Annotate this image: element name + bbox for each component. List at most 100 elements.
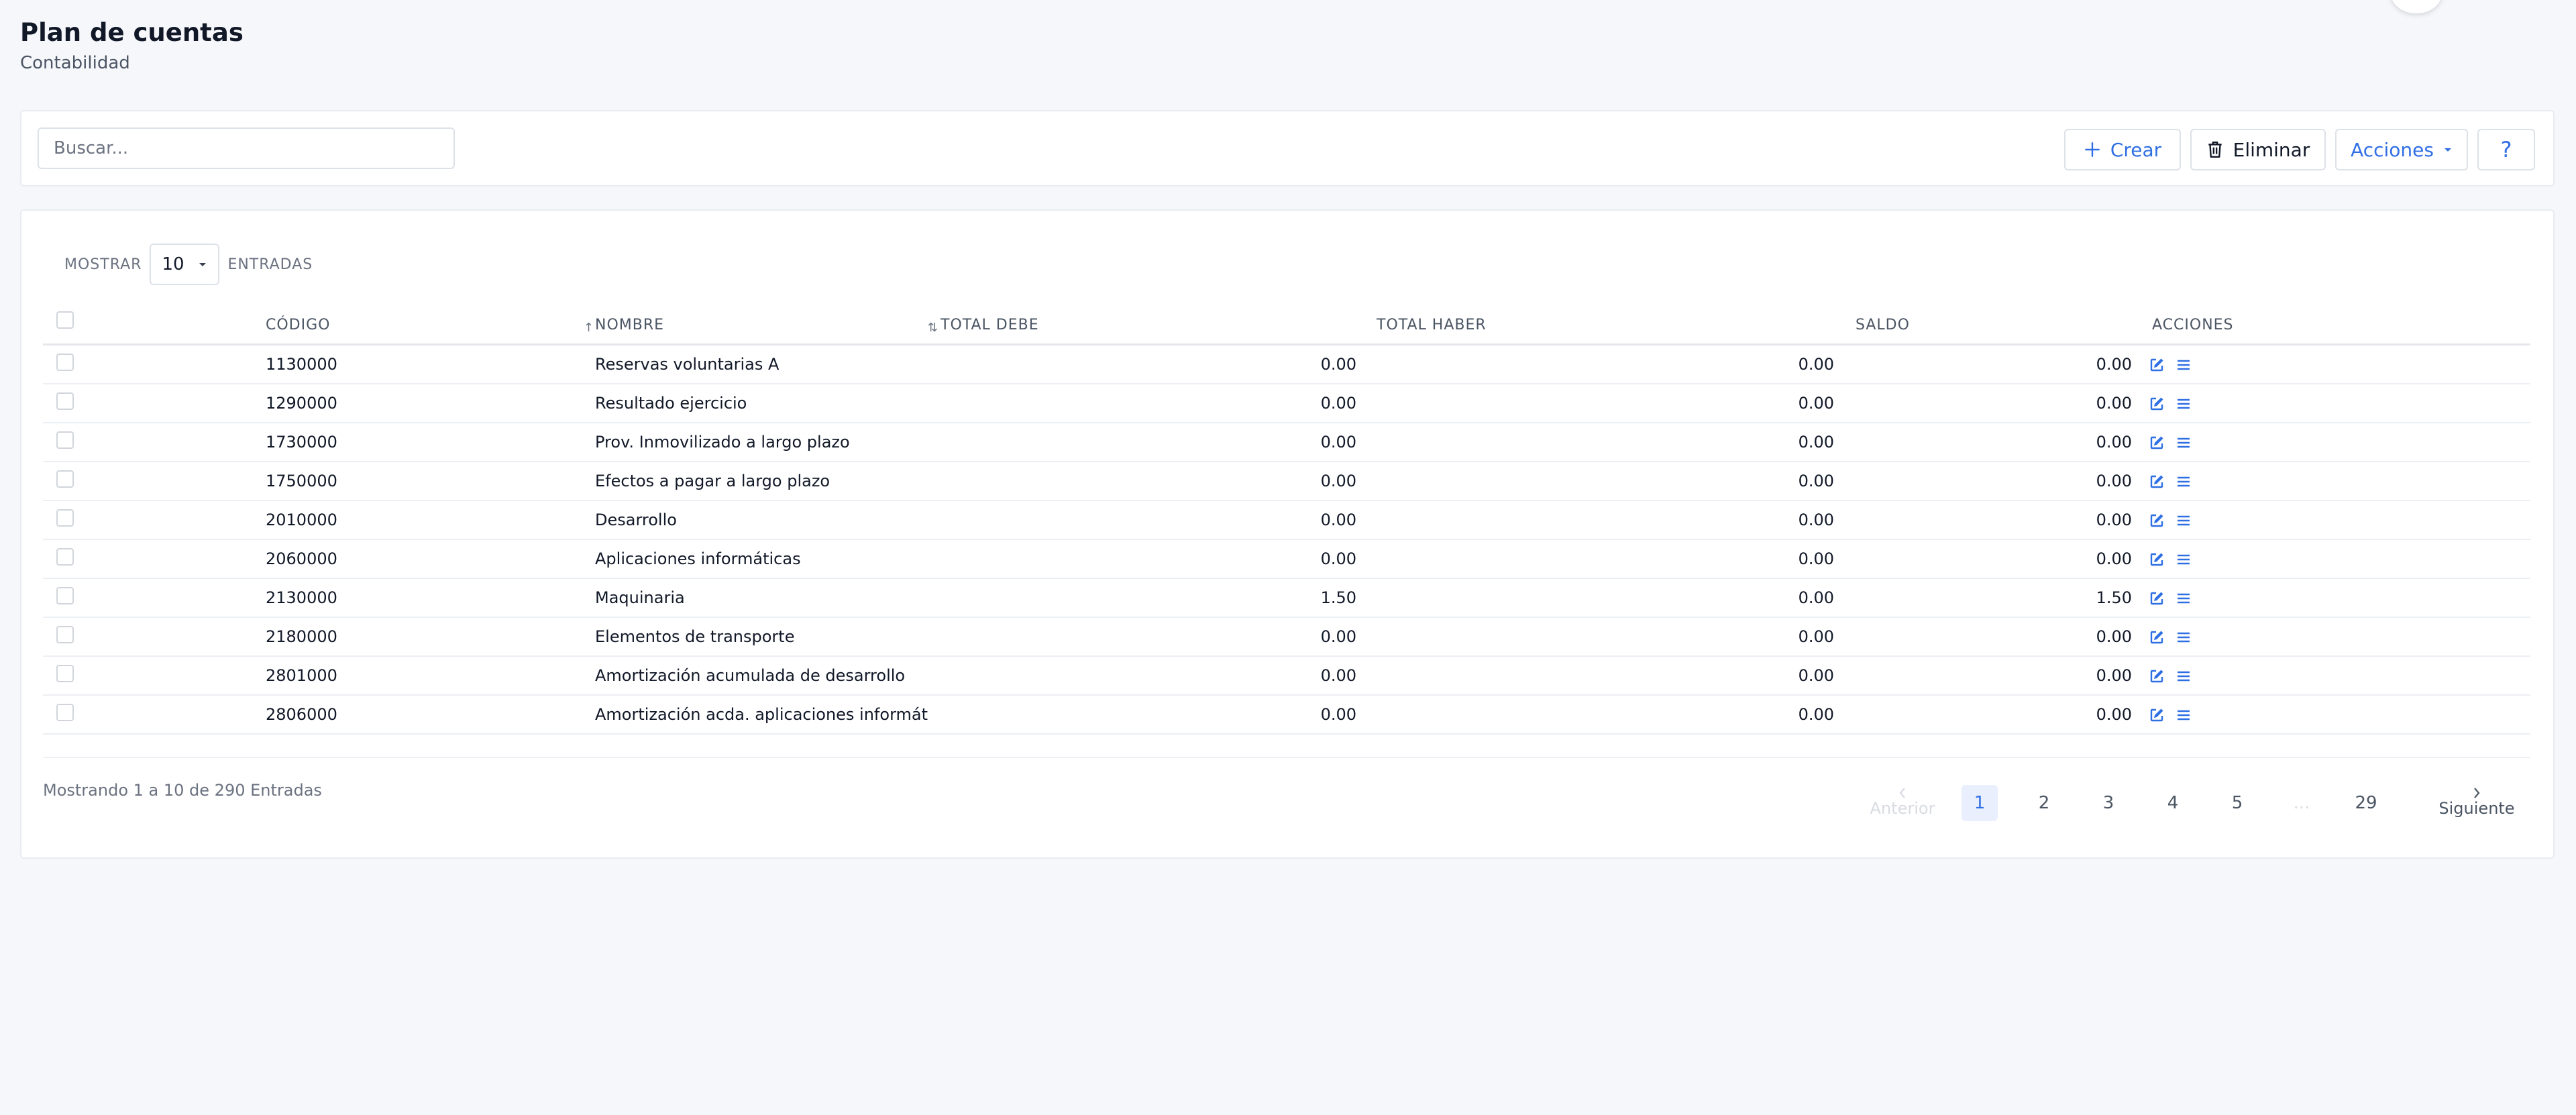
row-edit-button[interactable] xyxy=(2147,705,2167,725)
cell-saldo: 0.00 xyxy=(2096,394,2132,413)
cell-nombre: Amortización acda. aplicaciones informát xyxy=(595,705,928,724)
cell-total-haber: 0.00 xyxy=(1798,472,1834,490)
list-icon xyxy=(2178,632,2190,643)
table-row[interactable]: 1130000 Reservas voluntarias A 0.00 0.00 0.0… xyxy=(43,346,2530,384)
row-edit-button[interactable] xyxy=(2147,355,2167,375)
table-row[interactable]: 1750000 Efectos a pagar a largo plazo 0.00… xyxy=(43,462,2530,501)
cell-total-debe: 0.00 xyxy=(1320,705,1356,724)
cell-saldo: 0.00 xyxy=(2096,549,2132,568)
user-avatar[interactable] xyxy=(2391,0,2442,13)
pagination-page-5[interactable]: 5 xyxy=(2219,785,2255,821)
row-menu-button[interactable] xyxy=(2174,588,2194,608)
cell-total-debe: 0.00 xyxy=(1320,355,1356,374)
delete-button[interactable]: Eliminar xyxy=(2190,129,2326,170)
cell-total-debe: 0.00 xyxy=(1320,549,1356,568)
list-icon xyxy=(2178,476,2190,487)
table-row[interactable]: 1290000 Resultado ejercicio 0.00 0.00 0.00 xyxy=(43,384,2530,423)
toolbar: Crear Eliminar Acciones ? xyxy=(20,110,2555,187)
table-row[interactable]: 2180000 Elementos de transporte 0.00 0.00 0.… xyxy=(43,618,2530,657)
table-row[interactable]: 2130000 Maquinaria 1.50 0.00 1.50 xyxy=(43,579,2530,618)
actions-dropdown-button[interactable]: Acciones xyxy=(2335,129,2468,170)
list-icon xyxy=(2178,515,2190,526)
length-suffix-label: ENTRADAS xyxy=(227,256,313,273)
edit-icon xyxy=(2150,553,2163,566)
row-edit-button[interactable] xyxy=(2147,627,2167,647)
row-menu-button[interactable] xyxy=(2174,433,2194,453)
table-row[interactable]: 2806000 Amortización acda. aplicaciones i… xyxy=(43,696,2530,735)
edit-icon xyxy=(2150,514,2163,527)
table-row[interactable]: 1730000 Prov. Inmovilizado a largo plazo 0… xyxy=(43,423,2530,462)
pagination-next[interactable]: Siguiente xyxy=(2430,778,2524,825)
table-row[interactable]: 2060000 Aplicaciones informáticas 0.00 0.00… xyxy=(43,540,2530,579)
row-checkbox[interactable] xyxy=(56,392,74,410)
row-edit-button[interactable] xyxy=(2147,588,2167,608)
row-menu-button[interactable] xyxy=(2174,355,2194,375)
row-checkbox[interactable] xyxy=(56,509,74,527)
list-icon xyxy=(2178,360,2190,370)
row-menu-button[interactable] xyxy=(2174,549,2194,570)
pagination-prev[interactable]: Anterior xyxy=(1862,778,1943,825)
cell-saldo: 0.00 xyxy=(2096,511,2132,529)
pagination-page-3[interactable]: 3 xyxy=(2090,785,2127,821)
pagination-page-1[interactable]: 1 xyxy=(1962,785,1998,821)
row-edit-button[interactable] xyxy=(2147,472,2167,492)
row-checkbox[interactable] xyxy=(56,665,74,682)
page-header: Plan de cuentas Contabilidad xyxy=(20,15,244,75)
row-edit-button[interactable] xyxy=(2147,666,2167,686)
column-header-nombre[interactable]: NOMBRE ⇅ xyxy=(595,315,938,336)
search-input[interactable] xyxy=(38,127,455,169)
pagination-prev-label: Anterior xyxy=(1870,799,1935,818)
row-checkbox[interactable] xyxy=(56,704,74,721)
row-edit-button[interactable] xyxy=(2147,433,2167,453)
row-menu-button[interactable] xyxy=(2174,394,2194,414)
row-menu-button[interactable] xyxy=(2174,472,2194,492)
row-menu-button[interactable] xyxy=(2174,705,2194,725)
row-edit-button[interactable] xyxy=(2147,549,2167,570)
column-header-total-haber[interactable]: TOTAL HABER xyxy=(1377,315,1487,336)
table-row[interactable]: 2010000 Desarrollo 0.00 0.00 0.00 xyxy=(43,501,2530,540)
row-checkbox[interactable] xyxy=(56,470,74,488)
cell-codigo: 1290000 xyxy=(266,394,337,413)
row-menu-button[interactable] xyxy=(2174,511,2194,531)
row-checkbox[interactable] xyxy=(56,587,74,604)
pagination-page-2[interactable]: 2 xyxy=(2026,785,2062,821)
column-header-saldo[interactable]: SALDO xyxy=(1856,315,1910,336)
row-checkbox[interactable] xyxy=(56,626,74,643)
cell-nombre: Prov. Inmovilizado a largo plazo xyxy=(595,433,850,452)
cell-total-haber: 0.00 xyxy=(1798,666,1834,685)
row-menu-button[interactable] xyxy=(2174,627,2194,647)
list-icon xyxy=(2178,554,2190,565)
row-checkbox[interactable] xyxy=(56,431,74,449)
pagination-page-4[interactable]: 4 xyxy=(2155,785,2191,821)
list-icon xyxy=(2178,671,2190,682)
column-header-codigo[interactable]: CÓDIGO ↑ xyxy=(266,315,594,336)
cell-saldo: 0.00 xyxy=(2096,355,2132,374)
pagination-ellipsis: ... xyxy=(2293,793,2310,813)
create-button[interactable]: Crear xyxy=(2064,129,2181,170)
trash-icon xyxy=(2208,142,2222,158)
cell-codigo: 2180000 xyxy=(266,627,337,646)
row-edit-button[interactable] xyxy=(2147,394,2167,414)
cell-total-haber: 0.00 xyxy=(1798,394,1834,413)
cell-nombre: Desarrollo xyxy=(595,511,677,529)
cell-nombre: Reservas voluntarias A xyxy=(595,355,780,374)
cell-total-debe: 1.50 xyxy=(1320,588,1356,607)
cell-total-debe: 0.00 xyxy=(1320,472,1356,490)
cell-total-haber: 0.00 xyxy=(1798,549,1834,568)
column-header-total-debe[interactable]: TOTAL DEBE xyxy=(941,315,1039,336)
row-checkbox[interactable] xyxy=(56,548,74,566)
table-row[interactable]: 2801000 Amortización acumulada de desarro… xyxy=(43,657,2530,696)
caret-down-icon xyxy=(2444,148,2451,152)
cell-saldo: 0.00 xyxy=(2096,472,2132,490)
row-checkbox[interactable] xyxy=(56,354,74,371)
select-all-checkbox[interactable] xyxy=(56,311,74,329)
page-length-select[interactable]: 10 xyxy=(150,244,220,285)
row-edit-button[interactable] xyxy=(2147,511,2167,531)
cell-total-debe: 0.00 xyxy=(1320,394,1356,413)
page-title: Plan de cuentas xyxy=(20,18,244,47)
row-menu-button[interactable] xyxy=(2174,666,2194,686)
cell-nombre: Efectos a pagar a largo plazo xyxy=(595,472,830,490)
pagination-page-29[interactable]: 29 xyxy=(2348,785,2384,821)
help-button[interactable]: ? xyxy=(2477,129,2535,170)
cell-nombre: Resultado ejercicio xyxy=(595,394,747,413)
